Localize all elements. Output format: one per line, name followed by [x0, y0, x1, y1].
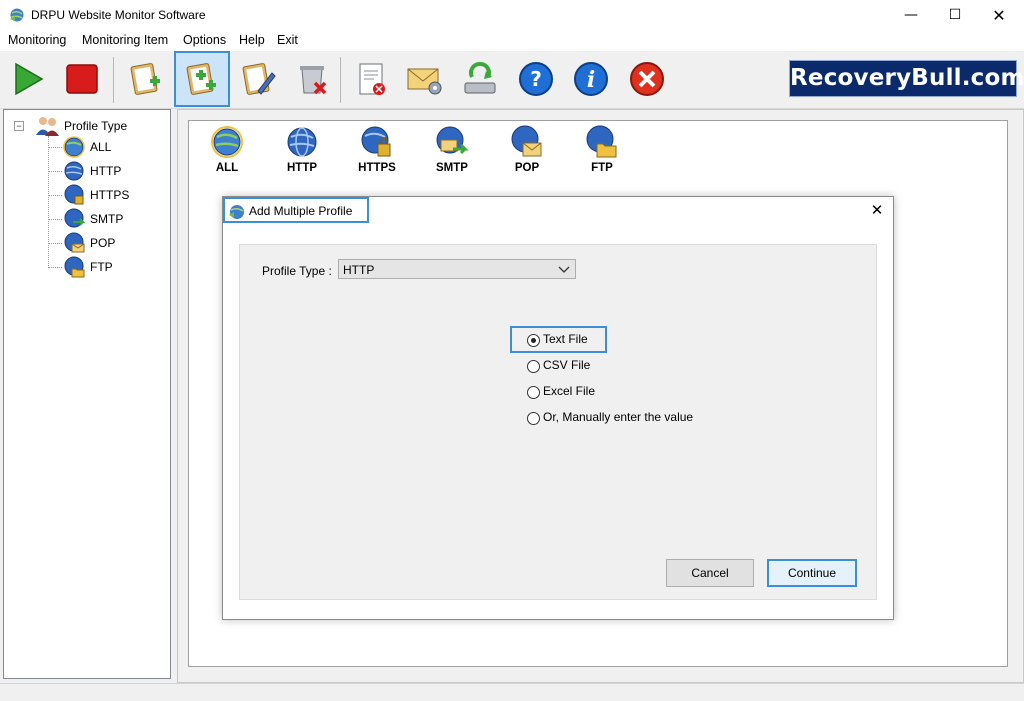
status-bar	[0, 683, 1024, 701]
tree-root-label: Profile Type	[64, 119, 128, 133]
http-globe-icon	[287, 127, 317, 157]
pop-globe-mail-icon	[63, 232, 85, 257]
svg-text:?: ?	[530, 67, 542, 91]
start-button[interactable]	[0, 51, 56, 107]
ftp-globe-folder-icon	[63, 256, 85, 281]
profile-type-smtp[interactable]: SMTP	[422, 125, 482, 174]
brand-banner: RecoveryBull.com	[789, 60, 1024, 97]
radio-button[interactable]	[527, 386, 540, 399]
tree-item-ftp[interactable]: FTP	[48, 256, 158, 278]
dialog-body: Profile Type : HTTP Text File CSV File E…	[239, 244, 877, 600]
add-multiple-profile-button[interactable]	[174, 51, 230, 107]
profile-type-ftp[interactable]: FTP	[572, 125, 632, 174]
stop-icon	[66, 64, 98, 94]
tree-item-pop[interactable]: POP	[48, 232, 158, 254]
close-window-button[interactable]: ✕	[976, 0, 1022, 31]
profile-type-label: Profile Type :	[262, 264, 332, 278]
tree-item-http[interactable]: HTTP	[48, 160, 158, 182]
report-button[interactable]	[343, 51, 399, 107]
update-icon	[464, 61, 496, 94]
menu-monitoring-item[interactable]: Monitoring Item	[82, 33, 168, 47]
dialog-close-button[interactable]: ✕	[867, 200, 887, 220]
profile-type-all[interactable]: ALL	[197, 125, 257, 174]
menu-monitoring[interactable]: Monitoring	[8, 33, 66, 47]
toolbar-separator	[340, 57, 341, 103]
update-button[interactable]	[452, 51, 508, 107]
add-profile-icon	[130, 63, 160, 95]
toolbar: ? i RecoveryBull.com	[0, 51, 1024, 109]
about-icon: i	[574, 62, 608, 96]
edit-profile-button[interactable]	[230, 51, 286, 107]
profile-type-value: HTTP	[343, 263, 375, 277]
add-profile-button[interactable]	[118, 51, 174, 107]
ftp-globe-folder-icon	[586, 125, 617, 158]
email-settings-button[interactable]	[396, 51, 452, 107]
report-icon	[359, 63, 385, 95]
about-button[interactable]: i	[563, 51, 619, 107]
toolbar-separator	[113, 57, 114, 103]
menu-exit[interactable]: Exit	[277, 33, 298, 47]
delete-icon	[300, 66, 327, 95]
continue-button[interactable]: Continue	[767, 559, 857, 587]
window-title: DRPU Website Monitor Software	[31, 8, 206, 22]
exit-icon	[630, 62, 664, 96]
exit-button[interactable]	[619, 51, 675, 107]
collapse-icon[interactable]: −	[14, 121, 24, 131]
add-multiple-profile-icon	[186, 63, 216, 95]
profile-type-https[interactable]: HTTPS	[347, 125, 407, 174]
menu-help[interactable]: Help	[239, 33, 265, 47]
menu-options[interactable]: Options	[183, 33, 226, 47]
https-globe-lock-icon	[361, 126, 391, 157]
profile-type-http[interactable]: HTTP	[272, 125, 332, 174]
radio-button-selected[interactable]	[527, 334, 540, 347]
menu-bar: Monitoring Monitoring Item Options Help …	[0, 31, 1024, 51]
radio-button[interactable]	[527, 360, 540, 373]
profile-type-pop[interactable]: POP	[497, 125, 557, 174]
title-bar: DRPU Website Monitor Software — ☐ ✕	[0, 0, 1024, 31]
app-globe-icon	[9, 7, 25, 23]
radio-button[interactable]	[527, 412, 540, 425]
smtp-globe-icon	[436, 126, 469, 155]
help-button[interactable]: ?	[508, 51, 564, 107]
tree-item-all[interactable]: ALL	[48, 136, 158, 158]
all-globe-icon	[211, 126, 243, 158]
minimize-button[interactable]: —	[888, 0, 934, 31]
start-icon	[15, 62, 44, 96]
dialog-title: Add Multiple Profile	[249, 204, 353, 218]
https-globe-lock-icon	[63, 184, 85, 209]
cancel-button[interactable]: Cancel	[666, 559, 754, 587]
email-settings-icon	[407, 68, 442, 95]
add-multiple-profile-dialog: Add Multiple Profile ✕ Profile Type : HT…	[222, 196, 894, 620]
stop-button[interactable]	[54, 51, 110, 107]
profile-type-dropdown[interactable]: HTTP	[338, 259, 576, 279]
chevron-down-icon	[558, 266, 570, 273]
delete-button[interactable]	[284, 51, 340, 107]
smtp-globe-icon	[63, 208, 86, 233]
all-globe-icon	[63, 136, 85, 161]
maximize-button[interactable]: ☐	[932, 0, 978, 31]
pop-globe-mail-icon	[511, 125, 542, 157]
http-globe-icon	[63, 160, 85, 185]
dialog-globe-icon	[229, 205, 244, 219]
profile-type-tree: − Profile Type ALL HTTP HTTPS SMTP POP F…	[3, 109, 171, 679]
help-icon: ?	[519, 62, 553, 96]
tree-item-smtp[interactable]: SMTP	[48, 208, 158, 230]
tree-item-https[interactable]: HTTPS	[48, 184, 158, 206]
dialog-title-bar: Add Multiple Profile	[223, 197, 369, 223]
edit-profile-icon	[242, 63, 276, 95]
svg-text:i: i	[587, 67, 595, 93]
